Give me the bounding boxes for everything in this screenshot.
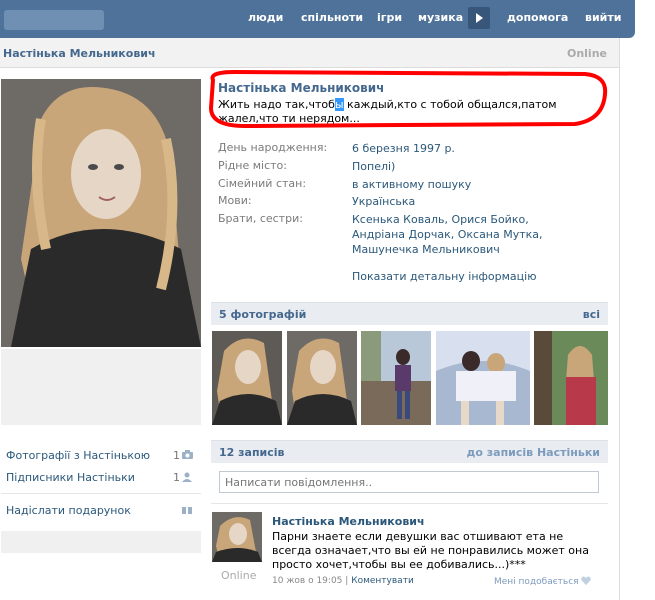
followers-count: 1 [173,471,180,484]
info-relationship[interactable]: в активному пошуку [352,177,577,192]
show-details-link[interactable]: Показати детальну інформацію [352,270,536,283]
online-indicator: Online [566,47,607,60]
post-online-status: Online [221,569,257,582]
info-label: Брати, сестри: [218,212,303,225]
camera-icon [182,450,193,459]
post-date[interactable]: 10 жов о 19:05 [272,576,342,586]
profile-name: Настінька Мельникович [218,81,385,95]
info-hometown[interactable]: Попелі) [352,159,577,174]
nav-logout[interactable]: вийти [585,11,621,24]
avatar-photo [1,79,201,347]
info-birthday[interactable]: 6 березня 1997 р. [352,141,577,156]
gift-icon [182,504,192,514]
profile-status[interactable]: Жить надо так,чтобы каждый,кто с тобой о… [218,98,614,126]
sidebar-photos-with-link[interactable]: Фотографії з Настінькою [6,449,150,462]
sidebar-gray-block [1,531,201,553]
profile-avatar[interactable] [1,79,201,347]
photo-thumb[interactable] [534,331,608,425]
status-selected-text: ы [334,98,344,111]
content-border [619,38,620,600]
photo-thumb[interactable] [287,331,357,425]
nav-communities[interactable]: спільноти [301,11,363,24]
post-avatar-photo [212,512,262,562]
info-label: Рідне місто: [218,159,287,172]
play-icon[interactable] [468,7,490,29]
nav-games[interactable]: ігри [377,11,402,24]
sidebar-divider [1,493,201,494]
info-siblings[interactable]: Ксенька Коваль, Орися Бойко, Андріана До… [352,212,577,257]
nav-help[interactable]: допомога [507,11,568,24]
wall-header: 12 записів до записів Настіньки [211,440,608,463]
person-icon [182,472,192,482]
info-label: День народження: [218,141,328,154]
to-posts-link[interactable]: до записів Настіньки [467,446,601,459]
comment-link[interactable]: Коментувати [351,576,414,586]
photo-image [534,331,608,425]
photos-title[interactable]: 5 фотографій [219,308,306,321]
wall-title[interactable]: 12 записів [219,446,285,459]
photo-thumb[interactable] [361,331,431,425]
post-author[interactable]: Настінька Мельникович [272,515,425,528]
wall-post-input[interactable] [219,471,599,493]
post-text: Парни знаете если девушки вас отшивают е… [272,530,589,571]
avatar-caption-area [1,349,201,425]
top-bar: люди спільноти ігри музика допомога вийт… [0,0,635,38]
heart-icon [581,576,592,585]
photo-image [361,331,431,425]
photo-thumb[interactable] [436,331,530,425]
post-meta: 10 жов о 19:05 | Коментувати [272,576,414,586]
sidebar-followers-link[interactable]: Підписники Настіньки [6,471,135,484]
photo-image [436,331,530,425]
photos-count: 1 [173,449,180,462]
photo-image [287,331,357,425]
info-languages[interactable]: Українська [352,194,577,209]
photo-image [212,331,282,425]
photos-all-link[interactable]: всі [583,308,600,321]
info-label: Сімейний стан: [218,177,307,190]
post-meta-separator: | [345,576,349,586]
page-title: Настінька Мельникович [3,47,156,60]
photos-header[interactable]: 5 фотографій всі [211,302,608,325]
like-label: Мені подобається [494,577,579,587]
nav-music[interactable]: музика [418,11,463,24]
like-button[interactable]: Мені подобається [494,576,592,587]
photo-thumb[interactable] [212,331,282,425]
send-gift-link[interactable]: Надіслати подарунок [6,504,131,517]
post-avatar[interactable] [212,512,262,562]
nav-people[interactable]: люди [248,11,283,24]
info-label: Мови: [218,194,252,207]
wall-divider [211,503,608,504]
status-text-part: Жить надо так,чтоб [218,98,335,111]
search-box[interactable] [4,10,104,30]
page-title-bar: Настінька Мельникович Online [0,38,620,68]
